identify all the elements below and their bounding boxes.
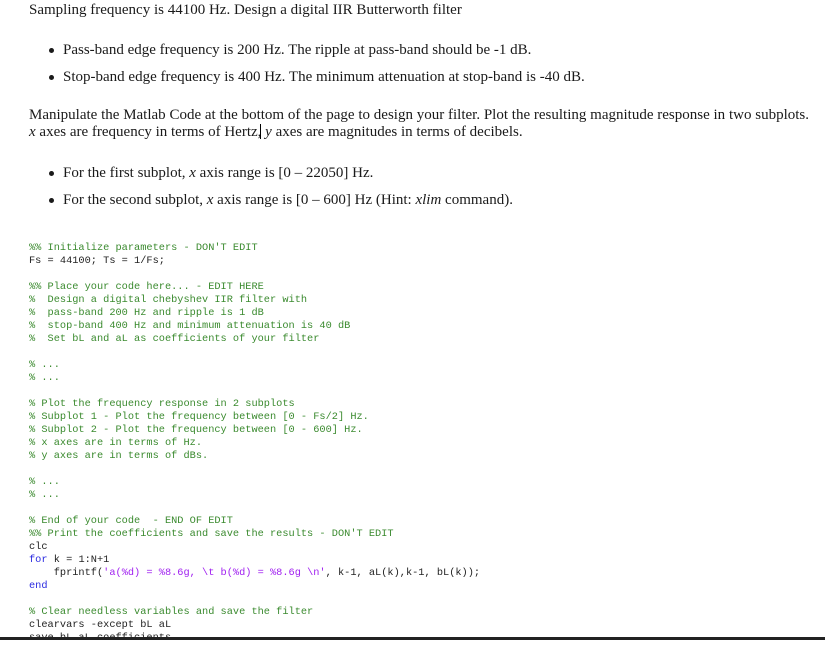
code-line: end [29, 580, 480, 593]
code-line: Fs = 44100; Ts = 1/Fs; [29, 255, 480, 268]
code-line: %% Initialize parameters - DON'T EDIT [29, 242, 480, 255]
code-comment: % ... [29, 372, 60, 384]
code-line: % stop-band 400 Hz and minimum attenuati… [29, 320, 480, 333]
code-line: % y axes are in terms of dBs. [29, 450, 480, 463]
plot-text: For the first subplot, [63, 165, 190, 181]
instructions-paragraph[interactable]: Manipulate the Matlab Code at the bottom… [29, 107, 809, 141]
text-cursor [260, 124, 262, 139]
x-variable: x [29, 124, 36, 140]
spec-text: Stop-band edge frequency is 400 Hz. The … [63, 69, 585, 85]
plot-requirements-list: For the first subplot, x axis range is [… [49, 163, 513, 217]
code-line: % End of your code - END OF EDIT [29, 515, 480, 528]
code-comment: %% Place your code here... - EDIT HERE [29, 281, 264, 293]
code-line: % ... [29, 359, 480, 372]
code-text: clearvars -except bL aL [29, 619, 172, 631]
code-comment: % y axes are in terms of dBs. [29, 450, 209, 462]
code-line: % pass-band 200 Hz and ripple is 1 dB [29, 307, 480, 320]
code-line: for k = 1:N+1 [29, 554, 480, 567]
code-text: fprintf( [29, 567, 104, 579]
code-comment: % pass-band 200 Hz and ripple is 1 dB [29, 307, 264, 319]
code-text: , k-1, aL(k),k-1, bL(k)); [325, 567, 481, 579]
code-comment: % Plot the frequency response in 2 subpl… [29, 398, 295, 410]
code-line: %% Place your code here... - EDIT HERE [29, 281, 480, 294]
instructions-text: axes are magnitudes in terms of decibels… [271, 124, 523, 140]
code-keyword: for [29, 554, 48, 566]
code-comment: % ... [29, 476, 60, 488]
code-text: Fs = 44100; Ts = 1/Fs; [29, 255, 165, 267]
code-comment: % Subplot 1 - Plot the frequency between… [29, 411, 369, 423]
code-string: 'a(%d) = %8.6g, \t b(%d) = %8.6g \n' [103, 567, 326, 579]
instructions-text: Manipulate the Matlab Code at the bottom… [29, 107, 809, 123]
instructions-text: axes are frequency in terms of Hertz, [35, 124, 262, 140]
plot-item-first: For the first subplot, x axis range is [… [49, 163, 513, 190]
plot-text: command). [441, 192, 513, 208]
code-keyword: end [29, 580, 48, 592]
plot-text: axis range is [0 – 22050] Hz. [195, 165, 374, 181]
code-line: clearvars -except bL aL [29, 619, 480, 632]
code-line: % Subplot 1 - Plot the frequency between… [29, 411, 480, 424]
code-line: % Subplot 2 - Plot the frequency between… [29, 424, 480, 437]
spec-list: Pass-band edge frequency is 200 Hz. The … [49, 40, 585, 94]
hint-command: xlim [415, 192, 442, 208]
code-line: fprintf('a(%d) = %8.6g, \t b(%d) = %8.6g… [29, 567, 480, 580]
code-line: % Plot the frequency response in 2 subpl… [29, 398, 480, 411]
code-text: clc [29, 541, 48, 553]
spec-text: Pass-band edge frequency is 200 Hz. The … [63, 42, 532, 58]
code-line: clc [29, 541, 480, 554]
code-text: k = 1:N+1 [47, 554, 110, 566]
bullet-icon [49, 48, 54, 53]
code-line: %% Print the coefficients and save the r… [29, 528, 480, 541]
code-line: % ... [29, 476, 480, 489]
code-line: % Set bL and aL as coefficients of your … [29, 333, 480, 346]
problem-title: Sampling frequency is 44100 Hz. Design a… [29, 2, 462, 18]
code-comment: % End of your code - END OF EDIT [29, 515, 233, 527]
code-comment: % ... [29, 359, 60, 371]
plot-text: axis range is [0 – 600] Hz (Hint: [213, 192, 416, 208]
plot-text: For the second subplot, [63, 192, 207, 208]
code-comment: % stop-band 400 Hz and minimum attenuati… [29, 320, 351, 332]
spec-item-passband: Pass-band edge frequency is 200 Hz. The … [49, 40, 585, 67]
code-comment: %% Print the coefficients and save the r… [29, 528, 394, 540]
spec-item-stopband: Stop-band edge frequency is 400 Hz. The … [49, 67, 585, 94]
code-comment: % Set bL and aL as coefficients of your … [29, 333, 320, 345]
code-comment: % ... [29, 489, 60, 501]
plot-item-second: For the second subplot, x axis range is … [49, 190, 513, 217]
code-line: % Design a digital chebyshev IIR filter … [29, 294, 480, 307]
matlab-code-block[interactable]: %% Initialize parameters - DON'T EDIT Fs … [29, 242, 480, 645]
bullet-icon [49, 75, 54, 80]
code-line: % Clear needless variables and save the … [29, 606, 480, 619]
code-comment: % Clear needless variables and save the … [29, 606, 314, 618]
code-line: % ... [29, 372, 480, 385]
code-comment: %% Initialize parameters - DON'T EDIT [29, 242, 258, 254]
code-line: % x axes are in terms of Hz. [29, 437, 480, 450]
code-comment: % x axes are in terms of Hz. [29, 437, 203, 449]
y-variable: y [265, 124, 272, 140]
code-comment: % Subplot 2 - Plot the frequency between… [29, 424, 363, 436]
code-line: % ... [29, 489, 480, 502]
bullet-icon [49, 198, 54, 203]
x-variable: x [189, 165, 196, 181]
code-comment: % Design a digital chebyshev IIR filter … [29, 294, 308, 306]
bullet-icon [49, 171, 54, 176]
